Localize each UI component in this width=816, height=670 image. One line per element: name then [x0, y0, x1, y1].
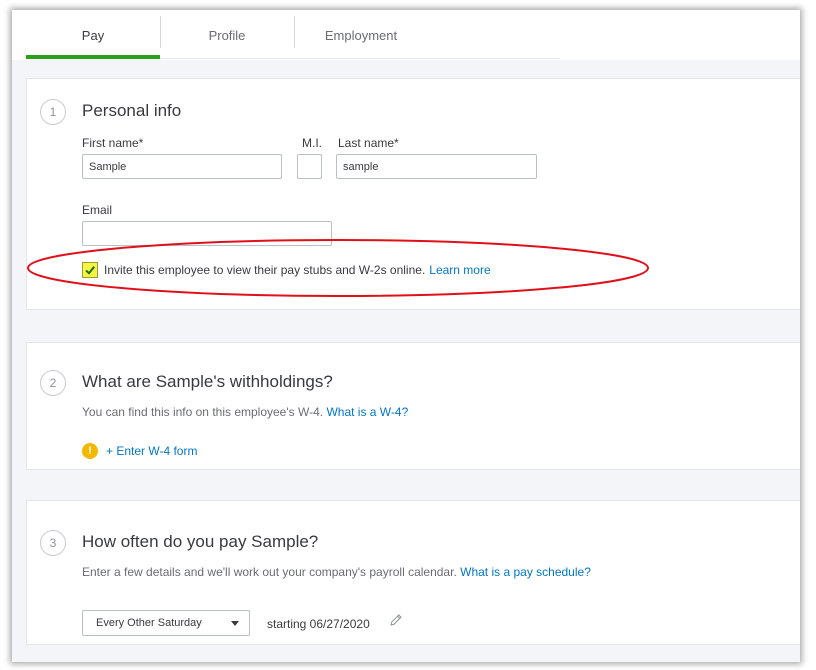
- section-subtitle: You can find this info on this employee'…: [82, 405, 408, 419]
- active-tab-indicator: [26, 55, 160, 59]
- section-title: What are Sample's withholdings?: [82, 372, 333, 391]
- pay-frequency-select[interactable]: Every Other Saturday: [82, 610, 250, 636]
- what-is-w4-link[interactable]: What is a W-4?: [326, 405, 408, 419]
- what-is-pay-schedule-link[interactable]: What is a pay schedule?: [460, 565, 591, 579]
- learn-more-link[interactable]: Learn more: [429, 263, 490, 277]
- personal-info-section: 1 Personal info First name* M.I. Last na…: [26, 78, 800, 310]
- last-name-label: Last name*: [338, 136, 399, 150]
- step-number: 1: [40, 99, 66, 125]
- tab-baseline: [160, 58, 560, 59]
- tab-employment[interactable]: Employment: [294, 10, 428, 60]
- step-number: 3: [40, 530, 66, 556]
- subtitle-text: You can find this info on this employee'…: [82, 405, 324, 419]
- enter-w4-row: ! + Enter W-4 form: [82, 443, 197, 459]
- tab-pay[interactable]: Pay: [26, 10, 160, 60]
- enter-w4-form-link[interactable]: + Enter W-4 form: [106, 444, 197, 458]
- section-title: Personal info: [82, 101, 182, 120]
- middle-initial-input[interactable]: [297, 154, 322, 179]
- section-subtitle: Enter a few details and we'll work out y…: [82, 565, 591, 579]
- pencil-icon[interactable]: [389, 613, 403, 627]
- middle-initial-label: M.I.: [302, 136, 322, 150]
- starting-date: starting 06/27/2020: [267, 617, 370, 631]
- last-name-input[interactable]: [336, 154, 537, 179]
- subtitle-text: Enter a few details and we'll work out y…: [82, 565, 457, 579]
- invite-checkbox[interactable]: [82, 262, 98, 278]
- employee-setup-window: Pay Profile Employment 1 Personal info F…: [12, 10, 800, 662]
- exclamation-icon: !: [82, 443, 98, 459]
- withholdings-section: 2 What are Sample's withholdings? You ca…: [26, 342, 800, 470]
- email-label: Email: [82, 203, 113, 217]
- email-input[interactable]: [82, 221, 332, 246]
- first-name-label: First name*: [82, 136, 144, 150]
- tab-profile[interactable]: Profile: [160, 10, 294, 60]
- pay-frequency-value: Every Other Saturday: [96, 617, 202, 629]
- caret-down-icon: [231, 620, 239, 626]
- section-title: How often do you pay Sample?: [82, 532, 319, 551]
- invite-row: Invite this employee to view their pay s…: [82, 261, 491, 279]
- invite-text: Invite this employee to view their pay s…: [104, 263, 426, 277]
- pay-schedule-section: 3 How often do you pay Sample? Enter a f…: [26, 500, 800, 645]
- step-number: 2: [40, 370, 66, 396]
- first-name-input[interactable]: [82, 154, 282, 179]
- check-icon: [85, 266, 95, 275]
- tab-bar: Pay Profile Employment: [12, 10, 800, 60]
